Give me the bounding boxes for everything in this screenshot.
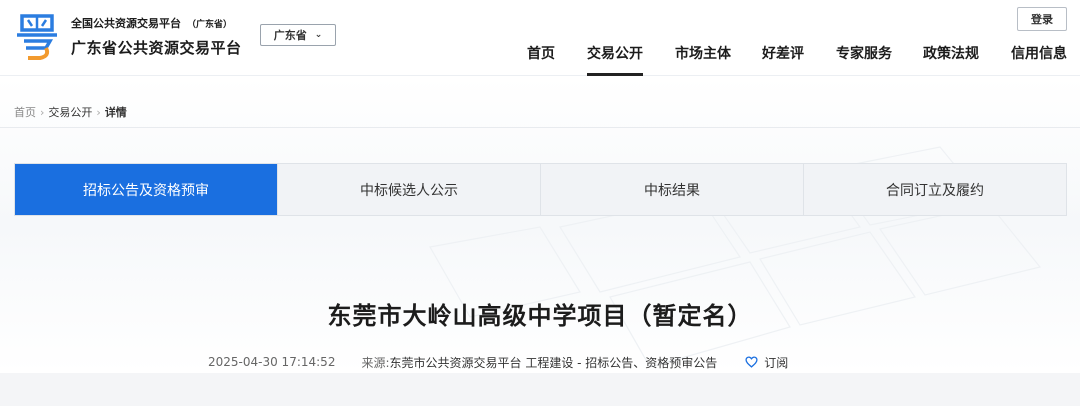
subscribe-button[interactable]: 订阅 — [745, 354, 788, 371]
source-value: 东莞市公共资源交易平台 工程建设 - 招标公告、资格预审公告 — [389, 355, 718, 370]
article-meta: 2025-04-30 17:14:52 来源: 东莞市公共资源交易平台 工程建设… — [208, 353, 788, 371]
source-label: 来源: — [361, 355, 390, 370]
subscribe-label: 订阅 — [764, 355, 789, 370]
nav-item-review[interactable]: 好差评 — [762, 43, 804, 76]
platform-national-name: 全国公共资源交易平台 （广东省） — [71, 17, 233, 30]
nav-item-home[interactable]: 首页 — [527, 43, 555, 76]
notice-tabs: 招标公告及资格预审 中标候选人公示 中标结果 合同订立及履约 — [14, 163, 1067, 216]
tab-bid-result[interactable]: 中标结果 — [541, 164, 804, 215]
breadcrumb-home[interactable]: 首页 — [14, 106, 36, 119]
heart-icon — [745, 356, 758, 368]
chevron-down-icon: ⌄ — [314, 30, 323, 40]
nav-item-credit[interactable]: 信用信息 — [1011, 43, 1067, 76]
tab-contract[interactable]: 合同订立及履约 — [804, 164, 1066, 215]
site-header: 全国公共资源交易平台 （广东省） 广东省公共资源交易平台 广东省 ⌄ 登录 首页 … — [0, 0, 1080, 76]
breadcrumb-separator: › — [40, 106, 45, 119]
breadcrumb: 首页 › 交易公开 › 详情 — [14, 104, 127, 120]
nav-item-policy[interactable]: 政策法规 — [923, 43, 979, 76]
login-button[interactable]: 登录 — [1017, 7, 1067, 31]
breadcrumb-current: 详情 — [104, 106, 127, 119]
main-nav: 首页 交易公开 市场主体 好差评 专家服务 政策法规 信用信息 — [0, 43, 1080, 76]
breadcrumb-section[interactable]: 交易公开 — [48, 106, 92, 119]
nav-item-transaction[interactable]: 交易公开 — [587, 43, 643, 76]
tab-candidate-publicity[interactable]: 中标候选人公示 — [278, 164, 541, 215]
nav-item-expert[interactable]: 专家服务 — [836, 43, 892, 76]
tab-tender-notice[interactable]: 招标公告及资格预审 — [15, 164, 278, 215]
content-bottom-area — [0, 373, 1080, 406]
publish-time: 2025-04-30 17:14:52 — [208, 355, 336, 369]
page-title: 东莞市大岭山高级中学项目（暂定名） — [327, 302, 753, 330]
breadcrumb-divider — [0, 127, 1080, 128]
breadcrumb-separator: › — [96, 106, 101, 119]
region-select-label: 广东省 — [273, 29, 307, 42]
nav-item-market[interactable]: 市场主体 — [675, 43, 731, 76]
